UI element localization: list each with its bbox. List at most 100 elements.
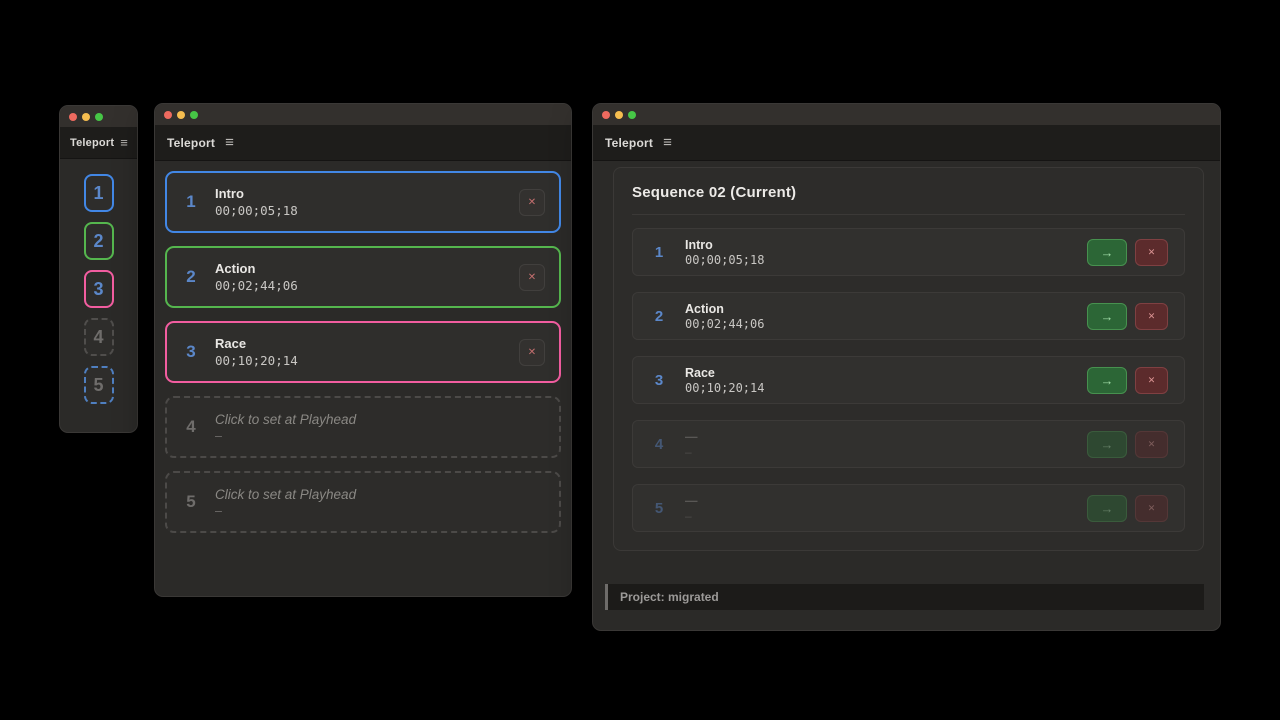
close-icon: ✕ [1148, 503, 1156, 514]
close-icon: ✕ [528, 197, 536, 208]
marker-card-4-empty[interactable]: 4 Click to set at Playhead – [165, 396, 561, 458]
goto-marker-button[interactable]: → [1087, 367, 1127, 394]
marker-text: Race 00;10;20;14 [215, 336, 519, 368]
row-text: — – [685, 430, 1087, 459]
app-header: Teleport ≡ [155, 125, 571, 161]
titlebar [60, 106, 137, 127]
sequence-row-5-empty[interactable]: 5 — – → ✕ [632, 484, 1185, 532]
teleport-slot-4[interactable]: 4 [84, 318, 114, 356]
traffic-lights [164, 111, 198, 119]
goto-marker-button[interactable]: → [1087, 303, 1127, 330]
arrow-right-icon: → [1101, 373, 1114, 388]
marker-card-2[interactable]: 2 Action 00;02;44;06 ✕ [165, 246, 561, 308]
teleport-slot-3[interactable]: 3 [84, 270, 114, 308]
row-label: Action [685, 302, 1087, 316]
app-header: Teleport ≡ [60, 127, 137, 159]
row-actions: → ✕ [1087, 431, 1168, 458]
slot-number: 4 [93, 327, 103, 348]
minimize-window-button[interactable] [615, 111, 623, 119]
close-icon: ✕ [1148, 247, 1156, 258]
marker-text: Click to set at Playhead – [215, 412, 545, 443]
marker-timecode: 00;10;20;14 [215, 353, 519, 368]
delete-marker-button[interactable]: ✕ [519, 339, 545, 366]
close-window-button[interactable] [164, 111, 172, 119]
project-status: Project: migrated [620, 590, 719, 604]
hamburger-menu-icon[interactable]: ≡ [663, 135, 672, 150]
sequence-row-4-empty[interactable]: 4 — – → ✕ [632, 420, 1185, 468]
goto-marker-button[interactable]: → [1087, 239, 1127, 266]
delete-marker-button[interactable]: ✕ [1135, 431, 1168, 458]
marker-card-1[interactable]: 1 Intro 00;00;05;18 ✕ [165, 171, 561, 233]
row-timecode: 00;10;20;14 [685, 381, 1087, 395]
goto-marker-button[interactable]: → [1087, 495, 1127, 522]
row-text: Race 00;10;20;14 [685, 366, 1087, 395]
row-label: — [685, 494, 1087, 508]
row-timecode: 00;02;44;06 [685, 317, 1087, 331]
delete-marker-button[interactable]: ✕ [1135, 367, 1168, 394]
row-timecode: – [685, 509, 1087, 523]
app-title: Teleport [167, 136, 215, 150]
zoom-window-button[interactable] [628, 111, 636, 119]
marker-timecode: 00;02;44;06 [215, 278, 519, 293]
marker-list-window: Teleport ≡ 1 Intro 00;00;05;18 ✕ 2 Actio… [154, 103, 572, 597]
row-label: Intro [685, 238, 1087, 252]
row-number: 1 [633, 244, 685, 261]
row-actions: → ✕ [1087, 367, 1168, 394]
delete-marker-button[interactable]: ✕ [1135, 239, 1168, 266]
sequence-row-1[interactable]: 1 Intro 00;00;05;18 → ✕ [632, 228, 1185, 276]
app-header: Teleport ≡ [593, 125, 1220, 161]
marker-timecode: 00;00;05;18 [215, 203, 519, 218]
teleport-slot-5[interactable]: 5 [84, 366, 114, 404]
arrow-right-icon: → [1101, 245, 1114, 260]
delete-marker-button[interactable]: ✕ [519, 189, 545, 216]
titlebar [593, 104, 1220, 125]
marker-text: Intro 00;00;05;18 [215, 186, 519, 218]
marker-timecode: – [215, 429, 545, 443]
delete-marker-button[interactable]: ✕ [1135, 495, 1168, 522]
app-title: Teleport [70, 137, 114, 149]
sequence-row-2[interactable]: 2 Action 00;02;44;06 → ✕ [632, 292, 1185, 340]
marker-label: Intro [215, 186, 519, 201]
marker-number: 2 [167, 267, 215, 287]
sequence-panel: Sequence 02 (Current) 1 Intro 00;00;05;1… [613, 167, 1204, 551]
hamburger-menu-icon[interactable]: ≡ [120, 136, 128, 149]
close-icon: ✕ [1148, 439, 1156, 450]
close-icon: ✕ [528, 347, 536, 358]
goto-marker-button[interactable]: → [1087, 431, 1127, 458]
close-icon: ✕ [1148, 375, 1156, 386]
slot-number: 3 [93, 279, 103, 300]
arrow-right-icon: → [1101, 309, 1114, 324]
titlebar [155, 104, 571, 125]
teleport-slot-1[interactable]: 1 [84, 174, 114, 212]
marker-label: Action [215, 261, 519, 276]
compact-window: Teleport ≡ 1 2 3 4 5 [59, 105, 138, 433]
delete-marker-button[interactable]: ✕ [519, 264, 545, 291]
marker-number: 1 [167, 192, 215, 212]
teleport-slot-2[interactable]: 2 [84, 222, 114, 260]
minimize-window-button[interactable] [82, 113, 90, 121]
hamburger-menu-icon[interactable]: ≡ [225, 135, 234, 150]
sequence-window: Teleport ≡ Sequence 02 (Current) 1 Intro… [592, 103, 1221, 631]
slot-column: 1 2 3 4 5 [60, 159, 137, 404]
row-actions: → ✕ [1087, 495, 1168, 522]
app-title: Teleport [605, 136, 653, 150]
row-label: Race [685, 366, 1087, 380]
row-text: Intro 00;00;05;18 [685, 238, 1087, 267]
marker-card-5-empty[interactable]: 5 Click to set at Playhead – [165, 471, 561, 533]
row-text: Action 00;02;44;06 [685, 302, 1087, 331]
marker-number: 3 [167, 342, 215, 362]
marker-card-3[interactable]: 3 Race 00;10;20;14 ✕ [165, 321, 561, 383]
zoom-window-button[interactable] [95, 113, 103, 121]
row-number: 2 [633, 308, 685, 325]
close-window-button[interactable] [69, 113, 77, 121]
divider [632, 214, 1185, 215]
sequence-row-3[interactable]: 3 Race 00;10;20;14 → ✕ [632, 356, 1185, 404]
close-window-button[interactable] [602, 111, 610, 119]
zoom-window-button[interactable] [190, 111, 198, 119]
marker-label: Race [215, 336, 519, 351]
marker-number: 4 [167, 417, 215, 437]
marker-timecode: – [215, 504, 545, 518]
status-bar: Project: migrated [605, 584, 1204, 610]
minimize-window-button[interactable] [177, 111, 185, 119]
delete-marker-button[interactable]: ✕ [1135, 303, 1168, 330]
